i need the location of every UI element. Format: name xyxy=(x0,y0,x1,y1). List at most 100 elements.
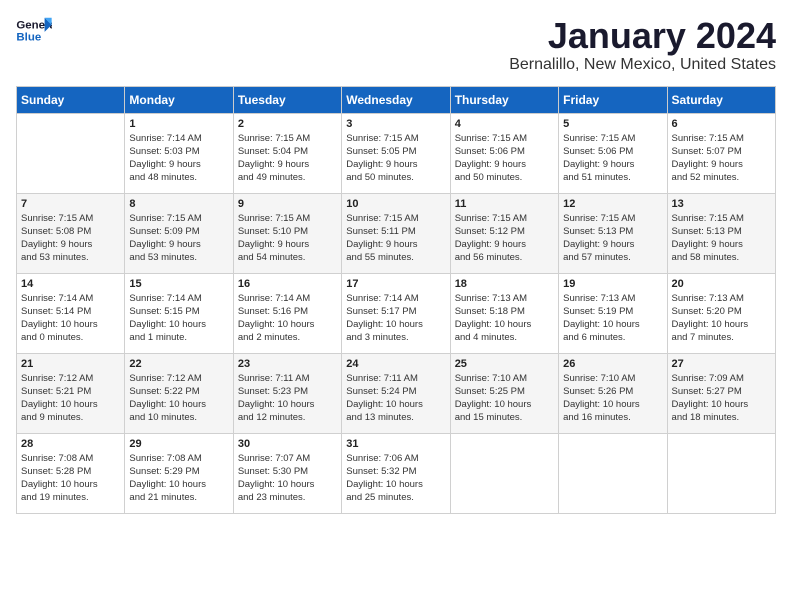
day-header-friday: Friday xyxy=(559,86,667,113)
day-number: 25 xyxy=(455,358,554,370)
calendar-cell: 28Sunrise: 7:08 AMSunset: 5:28 PMDayligh… xyxy=(17,433,125,513)
day-info: Sunrise: 7:08 AMSunset: 5:29 PMDaylight:… xyxy=(129,452,228,505)
day-number: 12 xyxy=(563,198,662,210)
day-info: Sunrise: 7:13 AMSunset: 5:19 PMDaylight:… xyxy=(563,292,662,345)
calendar-body: 1 Sunrise: 7:14 AMSunset: 5:03 PMDaylight… xyxy=(17,113,776,513)
day-number: 26 xyxy=(563,358,662,370)
day-header-wednesday: Wednesday xyxy=(342,86,450,113)
day-number: 2 xyxy=(238,118,337,130)
calendar-cell: 11 Sunrise: 7:15 AMSunset: 5:12 PMDayligh… xyxy=(450,193,558,273)
day-number: 10 xyxy=(346,198,445,210)
day-info: Sunrise: 7:10 AMSunset: 5:26 PMDaylight:… xyxy=(563,372,662,425)
title-block: January 2024 Bernalillo, New Mexico, Uni… xyxy=(509,16,776,74)
calendar-cell: 9 Sunrise: 7:15 AMSunset: 5:10 PMDaylight… xyxy=(233,193,341,273)
day-info: Sunrise: 7:06 AMSunset: 5:32 PMDaylight:… xyxy=(346,452,445,505)
day-info: Sunrise: 7:12 AMSunset: 5:22 PMDaylight:… xyxy=(129,372,228,425)
day-info: Sunrise: 7:15 AMSunset: 5:11 PMDaylight:… xyxy=(346,212,445,265)
day-info: Sunrise: 7:15 AMSunset: 5:10 PMDaylight:… xyxy=(238,212,337,265)
calendar-cell: 29Sunrise: 7:08 AMSunset: 5:29 PMDayligh… xyxy=(125,433,233,513)
day-info: Sunrise: 7:13 AMSunset: 5:18 PMDaylight:… xyxy=(455,292,554,345)
week-row-1: 7 Sunrise: 7:15 AMSunset: 5:08 PMDaylight… xyxy=(17,193,776,273)
day-info: Sunrise: 7:15 AMSunset: 5:08 PMDaylight:… xyxy=(21,212,120,265)
calendar-cell: 6 Sunrise: 7:15 AMSunset: 5:07 PMDaylight… xyxy=(667,113,775,193)
day-info: Sunrise: 7:11 AMSunset: 5:23 PMDaylight:… xyxy=(238,372,337,425)
day-info: Sunrise: 7:07 AMSunset: 5:30 PMDaylight:… xyxy=(238,452,337,505)
day-info: Sunrise: 7:15 AMSunset: 5:07 PMDaylight:… xyxy=(672,132,771,185)
day-number: 5 xyxy=(563,118,662,130)
day-number: 23 xyxy=(238,358,337,370)
day-info: Sunrise: 7:15 AMSunset: 5:13 PMDaylight:… xyxy=(563,212,662,265)
day-info: Sunrise: 7:15 AMSunset: 5:04 PMDaylight:… xyxy=(238,132,337,185)
day-number: 19 xyxy=(563,278,662,290)
day-info: Sunrise: 7:14 AMSunset: 5:14 PMDaylight:… xyxy=(21,292,120,345)
calendar-cell xyxy=(667,433,775,513)
week-row-0: 1 Sunrise: 7:14 AMSunset: 5:03 PMDaylight… xyxy=(17,113,776,193)
day-info: Sunrise: 7:13 AMSunset: 5:20 PMDaylight:… xyxy=(672,292,771,345)
day-number: 22 xyxy=(129,358,228,370)
day-number: 21 xyxy=(21,358,120,370)
calendar-cell: 8 Sunrise: 7:15 AMSunset: 5:09 PMDaylight… xyxy=(125,193,233,273)
day-info: Sunrise: 7:08 AMSunset: 5:28 PMDaylight:… xyxy=(21,452,120,505)
week-row-3: 21Sunrise: 7:12 AMSunset: 5:21 PMDayligh… xyxy=(17,353,776,433)
day-info: Sunrise: 7:10 AMSunset: 5:25 PMDaylight:… xyxy=(455,372,554,425)
day-info: Sunrise: 7:15 AMSunset: 5:12 PMDaylight:… xyxy=(455,212,554,265)
day-number: 8 xyxy=(129,198,228,210)
day-number: 3 xyxy=(346,118,445,130)
location: Bernalillo, New Mexico, United States xyxy=(509,56,776,74)
calendar-cell: 19 Sunrise: 7:13 AMSunset: 5:19 PMDayligh… xyxy=(559,273,667,353)
day-header-saturday: Saturday xyxy=(667,86,775,113)
calendar-cell: 31Sunrise: 7:06 AMSunset: 5:32 PMDayligh… xyxy=(342,433,450,513)
calendar-cell: 20 Sunrise: 7:13 AMSunset: 5:20 PMDayligh… xyxy=(667,273,775,353)
page-header: General Blue January 2024 Bernalillo, Ne… xyxy=(16,16,776,74)
svg-text:Blue: Blue xyxy=(16,32,41,44)
day-info: Sunrise: 7:14 AMSunset: 5:17 PMDaylight:… xyxy=(346,292,445,345)
day-number: 27 xyxy=(672,358,771,370)
day-header-tuesday: Tuesday xyxy=(233,86,341,113)
calendar-cell: 21Sunrise: 7:12 AMSunset: 5:21 PMDayligh… xyxy=(17,353,125,433)
day-header-monday: Monday xyxy=(125,86,233,113)
calendar-cell: 26 Sunrise: 7:10 AMSunset: 5:26 PMDayligh… xyxy=(559,353,667,433)
calendar-cell: 22 Sunrise: 7:12 AMSunset: 5:22 PMDayligh… xyxy=(125,353,233,433)
day-number: 11 xyxy=(455,198,554,210)
day-info: Sunrise: 7:15 AMSunset: 5:13 PMDaylight:… xyxy=(672,212,771,265)
calendar-cell: 4Sunrise: 7:15 AMSunset: 5:06 PMDaylight… xyxy=(450,113,558,193)
day-number: 6 xyxy=(672,118,771,130)
day-number: 9 xyxy=(238,198,337,210)
day-header-sunday: Sunday xyxy=(17,86,125,113)
calendar-cell xyxy=(17,113,125,193)
calendar-table: SundayMondayTuesdayWednesdayThursdayFrid… xyxy=(16,86,776,514)
day-number: 20 xyxy=(672,278,771,290)
day-info: Sunrise: 7:15 AMSunset: 5:09 PMDaylight:… xyxy=(129,212,228,265)
calendar-header-row: SundayMondayTuesdayWednesdayThursdayFrid… xyxy=(17,86,776,113)
day-number: 1 xyxy=(129,118,228,130)
calendar-cell: 25 Sunrise: 7:10 AMSunset: 5:25 PMDayligh… xyxy=(450,353,558,433)
day-info: Sunrise: 7:15 AMSunset: 5:05 PMDaylight:… xyxy=(346,132,445,185)
month-title: January 2024 xyxy=(509,16,776,56)
logo: General Blue xyxy=(16,16,52,46)
day-number: 24 xyxy=(346,358,445,370)
calendar-cell: 14 Sunrise: 7:14 AMSunset: 5:14 PMDayligh… xyxy=(17,273,125,353)
calendar-cell: 13Sunrise: 7:15 AMSunset: 5:13 PMDayligh… xyxy=(667,193,775,273)
day-info: Sunrise: 7:15 AMSunset: 5:06 PMDaylight:… xyxy=(563,132,662,185)
calendar-cell: 3 Sunrise: 7:15 AMSunset: 5:05 PMDaylight… xyxy=(342,113,450,193)
calendar-cell: 12 Sunrise: 7:15 AMSunset: 5:13 PMDayligh… xyxy=(559,193,667,273)
calendar-cell: 18 Sunrise: 7:13 AMSunset: 5:18 PMDayligh… xyxy=(450,273,558,353)
day-number: 18 xyxy=(455,278,554,290)
week-row-2: 14 Sunrise: 7:14 AMSunset: 5:14 PMDayligh… xyxy=(17,273,776,353)
calendar-cell: 10 Sunrise: 7:15 AMSunset: 5:11 PMDayligh… xyxy=(342,193,450,273)
calendar-cell xyxy=(559,433,667,513)
calendar-cell: 30Sunrise: 7:07 AMSunset: 5:30 PMDayligh… xyxy=(233,433,341,513)
day-info: Sunrise: 7:14 AMSunset: 5:16 PMDaylight:… xyxy=(238,292,337,345)
day-info: Sunrise: 7:14 AMSunset: 5:15 PMDaylight:… xyxy=(129,292,228,345)
calendar-cell: 7 Sunrise: 7:15 AMSunset: 5:08 PMDaylight… xyxy=(17,193,125,273)
calendar-cell: 23 Sunrise: 7:11 AMSunset: 5:23 PMDayligh… xyxy=(233,353,341,433)
calendar-cell: 24 Sunrise: 7:11 AMSunset: 5:24 PMDayligh… xyxy=(342,353,450,433)
day-number: 14 xyxy=(21,278,120,290)
calendar-cell: 27Sunrise: 7:09 AMSunset: 5:27 PMDayligh… xyxy=(667,353,775,433)
calendar-cell: 1 Sunrise: 7:14 AMSunset: 5:03 PMDaylight… xyxy=(125,113,233,193)
day-info: Sunrise: 7:11 AMSunset: 5:24 PMDaylight:… xyxy=(346,372,445,425)
day-info: Sunrise: 7:14 AMSunset: 5:03 PMDaylight:… xyxy=(129,132,228,185)
day-number: 17 xyxy=(346,278,445,290)
day-number: 7 xyxy=(21,198,120,210)
day-info: Sunrise: 7:15 AMSunset: 5:06 PMDaylight:… xyxy=(455,132,554,185)
